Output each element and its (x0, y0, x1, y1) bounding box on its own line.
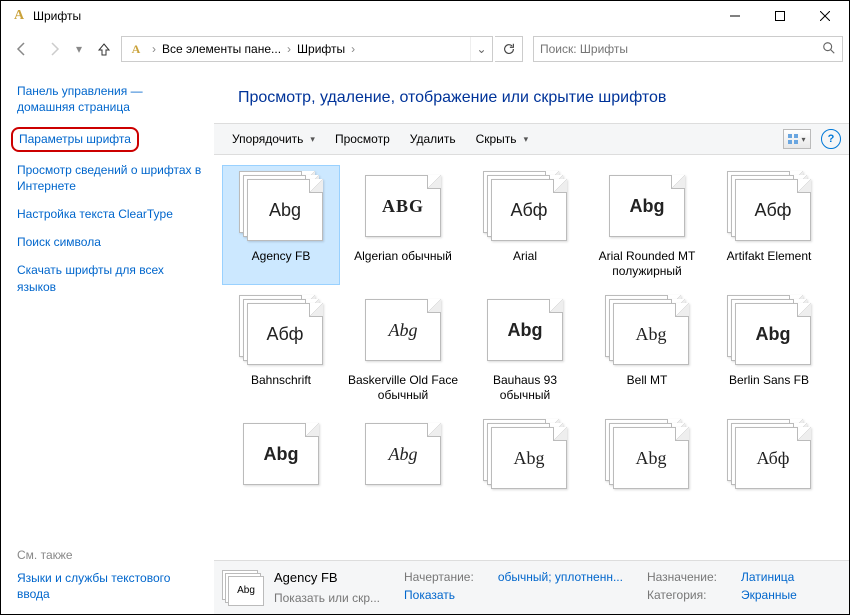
sidebar-link-find-char[interactable]: Поиск символа (17, 234, 202, 250)
toolbar-delete[interactable]: Удалить (400, 132, 466, 146)
font-label: Bauhaus 93 обычный (468, 373, 582, 403)
font-item[interactable]: Abg Arial Rounded MT полужирный (588, 165, 706, 285)
status-show-value[interactable]: Показать (404, 588, 455, 602)
sidebar-link-home[interactable]: Панель управления — домашняя страница (17, 83, 202, 115)
font-label: Algerian обычный (354, 249, 452, 279)
font-label: Bell MT (627, 373, 668, 403)
font-label: Artifakt Element (727, 249, 812, 279)
sidebar-link-cleartype[interactable]: Настройка текста ClearType (17, 206, 202, 222)
font-thumbnail: Abg (483, 295, 567, 367)
crumb-sep-icon[interactable]: › (150, 42, 158, 56)
status-showhide-label: Показать или скр... (274, 591, 380, 605)
font-item[interactable]: Абф Artifakt Element (710, 165, 828, 285)
window-title: Шрифты (33, 9, 712, 23)
toolbar-hide[interactable]: Скрыть (466, 132, 539, 146)
sidebar-link-online-info[interactable]: Просмотр сведений о шрифтах в Интернете (17, 162, 202, 194)
status-style-value: обычный; уплотненн... (498, 570, 623, 584)
font-thumbnail: Abg (605, 295, 689, 367)
font-item[interactable]: Абф Arial (466, 165, 584, 285)
maximize-button[interactable] (757, 1, 802, 31)
font-label: Berlin Sans FB (729, 373, 809, 403)
font-label: Agency FB (252, 249, 311, 279)
font-thumbnail: Abg (605, 419, 689, 491)
font-thumbnail: Абф (727, 419, 811, 491)
status-bar: Abg Agency FB Показать или скр... Начерт… (214, 560, 849, 614)
font-item[interactable]: Абф (710, 413, 828, 533)
back-button[interactable] (7, 35, 37, 63)
font-label: Arial (513, 249, 537, 279)
see-also-label: См. также (17, 548, 202, 562)
title-bar: A Шрифты (1, 1, 849, 31)
up-button[interactable] (89, 35, 119, 63)
font-thumbnail: Abg (361, 295, 445, 367)
font-grid-container[interactable]: Abg Agency FB ABG Algerian обычный Абф Arial A… (214, 155, 849, 560)
font-item[interactable]: Abg (588, 413, 706, 533)
font-item[interactable]: Abg Agency FB (222, 165, 340, 285)
font-item[interactable]: Abg (466, 413, 584, 533)
toolbar-preview[interactable]: Просмотр (325, 132, 400, 146)
sidebar-link-font-params[interactable]: Параметры шрифта (11, 127, 139, 151)
search-box[interactable] (533, 36, 843, 62)
font-item[interactable]: Абф Bahnschrift (222, 289, 340, 409)
font-item[interactable]: Abg Bell MT (588, 289, 706, 409)
page-heading: Просмотр, удаление, отображение или скры… (214, 67, 849, 123)
font-thumbnail: Abg (605, 171, 689, 243)
breadcrumb-item[interactable]: Шрифты (293, 37, 349, 61)
font-label: Baskerville Old Face обычный (346, 373, 460, 403)
status-designed-label: Назначение: (647, 570, 717, 584)
toolbar: Упорядочить Просмотр Удалить Скрыть ▾ ? (214, 123, 849, 155)
minimize-button[interactable] (712, 1, 757, 31)
address-bar[interactable]: A › Все элементы пане... › Шрифты › ⌄ (121, 36, 493, 62)
font-thumbnail: Abg (239, 419, 323, 491)
font-thumbnail: Абф (727, 171, 811, 243)
font-thumbnail: ABG (361, 171, 445, 243)
font-thumbnail: Абф (483, 171, 567, 243)
app-icon: A (11, 8, 27, 24)
crumb-sep-icon[interactable]: › (349, 42, 357, 56)
font-item[interactable]: Abg Baskerville Old Face обычный (344, 289, 462, 409)
font-thumbnail: Абф (239, 295, 323, 367)
font-thumbnail: Abg (361, 419, 445, 491)
status-font-name: Agency FB (274, 570, 380, 585)
font-thumbnail: Abg (239, 171, 323, 243)
font-item[interactable]: Abg Berlin Sans FB (710, 289, 828, 409)
font-item[interactable]: ABG Algerian обычный (344, 165, 462, 285)
toolbar-organize[interactable]: Упорядочить (222, 132, 325, 146)
font-label: Arial Rounded MT полужирный (590, 249, 704, 279)
font-item[interactable]: Abg (344, 413, 462, 533)
sidebar: Панель управления — домашняя страница Па… (1, 67, 214, 614)
status-thumbnail: Abg (222, 570, 264, 606)
search-icon[interactable] (822, 41, 836, 58)
font-label: Bahnschrift (251, 373, 311, 403)
crumb-sep-icon[interactable]: › (285, 42, 293, 56)
status-style-label: Начертание: (404, 570, 474, 584)
toolbar-help-button[interactable]: ? (821, 129, 841, 149)
search-input[interactable] (540, 42, 822, 56)
history-dropdown[interactable]: ▾ (71, 35, 87, 63)
main-area: Просмотр, удаление, отображение или скры… (214, 67, 849, 614)
status-designed-value: Латиница (741, 570, 794, 584)
refresh-button[interactable] (495, 36, 523, 62)
font-thumbnail: Abg (727, 295, 811, 367)
status-category-label: Категория: (647, 588, 706, 602)
forward-button[interactable] (39, 35, 69, 63)
status-category-value: Экранные (741, 588, 797, 602)
font-item[interactable]: Abg (222, 413, 340, 533)
font-item[interactable]: Abg Bauhaus 93 обычный (466, 289, 584, 409)
breadcrumb-item[interactable]: Все элементы пане... (158, 37, 285, 61)
sidebar-link-download-fonts[interactable]: Скачать шрифты для всех языков (17, 262, 202, 294)
address-icon: A (126, 39, 146, 59)
nav-row: ▾ A › Все элементы пане... › Шрифты › ⌄ (1, 31, 849, 67)
close-button[interactable] (802, 1, 847, 31)
address-dropdown[interactable]: ⌄ (470, 37, 492, 61)
sidebar-link-text-services[interactable]: Языки и службы текстового ввода (17, 570, 202, 602)
font-thumbnail: Abg (483, 419, 567, 491)
toolbar-view-button[interactable]: ▾ (783, 129, 811, 149)
